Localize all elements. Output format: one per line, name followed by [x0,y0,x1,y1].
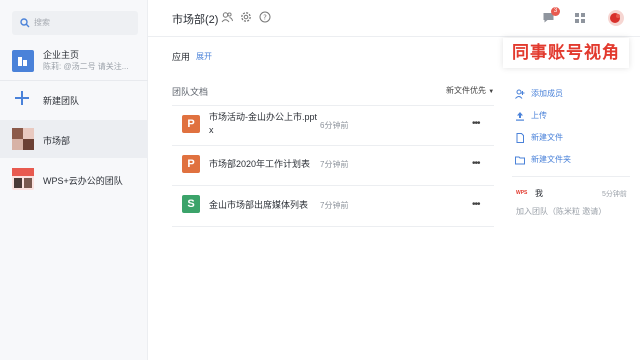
apps-expand-link[interactable]: 展开 [196,51,212,62]
activity-time: 5分钟前 [602,191,627,198]
search-placeholder: 搜索 [34,18,50,27]
file-time: 7分钟前 [320,160,349,169]
apps-grid-icon[interactable] [574,12,586,24]
help-icon[interactable]: ? [259,11,271,23]
wps-logo: WPS [516,190,528,196]
team-avatar [12,128,34,150]
more-options-icon[interactable]: ••• [472,118,480,129]
sidebar-item-subtitle: 陈莉: @汤二号 请关注... [43,62,129,71]
apps-label: 应用 [172,52,191,62]
watermark-label: 同事账号视角 [503,38,629,68]
team-docs-label: 团队文档 [172,87,209,97]
file-name: 市场部2020年工作计划表 [209,159,311,169]
sidebar: 搜索 企业主页 陈莉: @汤二号 请关注... 新建团队 市场部 WPS+云办公… [0,0,148,360]
sidebar-item-enterprise-home[interactable]: 企业主页 陈莉: @汤二号 请关注... [0,44,148,80]
file-name: 金山市场部出席媒体列表 [209,200,309,210]
activity-user: 我 [535,189,543,198]
action-label: 新建文件 [531,133,563,142]
file-row[interactable]: S 金山市场部出席媒体列表 7分钟前 ••• [172,186,494,226]
action-label: 上传 [531,111,547,120]
activity-description: 加入团队（陈米粒 邀请） [516,207,607,216]
avatar[interactable] [607,9,625,27]
search-icon [20,18,30,28]
file-time: 6分钟前 [320,121,349,130]
new-folder-icon [515,156,525,165]
spreadsheet-file-icon: S [182,195,200,213]
presentation-file-icon: P [182,155,200,173]
sidebar-item-label: 新建团队 [43,96,80,106]
upload-icon [516,112,524,121]
notification-badge: 3 [551,7,560,16]
header-divider [148,36,640,37]
add-member-icon [515,89,525,99]
plus-icon [15,91,29,105]
sidebar-item-marketing[interactable]: 市场部 [0,120,148,158]
sort-dropdown[interactable]: 新文件优先 ▼ [446,85,494,96]
file-name: 市场活动-金山办公上市.ppt x [209,112,318,135]
new-file-icon [516,133,524,143]
file-row[interactable]: P 市场活动-金山办公上市.ppt x 6分钟前 ••• [172,106,494,146]
action-label: 新建文件夹 [531,155,571,164]
file-time: 7分钟前 [320,201,349,210]
page-title: 市场部(2) [172,14,219,26]
panel-divider [512,176,630,177]
search-input[interactable]: 搜索 [12,11,138,35]
sidebar-item-label: 市场部 [43,136,71,146]
action-label: 添加成员 [531,89,563,98]
row-divider [172,226,494,227]
presentation-file-icon: P [182,115,200,133]
sidebar-item-new-team[interactable]: 新建团队 [0,80,148,118]
svg-text:?: ? [263,14,267,22]
sort-label: 新文件优先 [446,86,486,95]
gear-icon[interactable] [240,11,252,23]
more-options-icon[interactable]: ••• [472,158,480,169]
sidebar-item-label: 企业主页 [43,50,80,60]
team-avatar [12,168,34,190]
enterprise-home-icon [12,50,34,72]
more-options-icon[interactable]: ••• [472,199,480,210]
sidebar-item-wps-team[interactable]: WPS+云办公的团队 [0,160,148,198]
file-row[interactable]: P 市场部2020年工作计划表 7分钟前 ••• [172,146,494,186]
chevron-down-icon: ▼ [488,89,495,95]
sidebar-item-label: WPS+云办公的团队 [43,176,123,186]
members-icon[interactable] [221,11,233,23]
